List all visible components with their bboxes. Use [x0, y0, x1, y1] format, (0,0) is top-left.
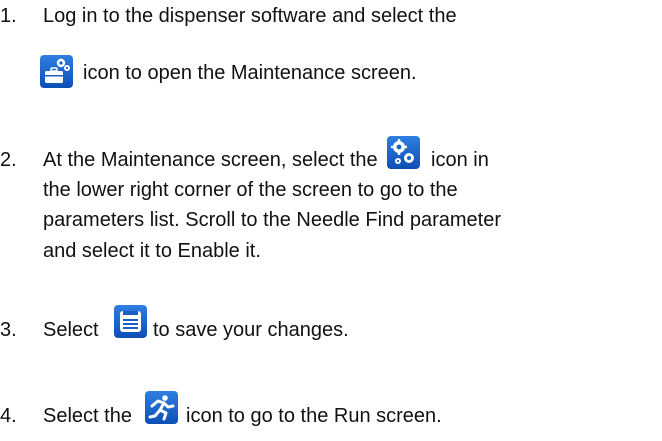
- step-2-line-4: and select it to Enable it.: [43, 240, 261, 262]
- save-disk-icon[interactable]: [114, 305, 147, 338]
- maintenance-toolbox-gear-icon[interactable]: [40, 55, 73, 88]
- step-2-line-3: parameters list. Scroll to the Needle Fi…: [43, 209, 501, 231]
- step-2-number: 2.: [0, 149, 17, 171]
- step-1-line-1: Log in to the dispenser software and sel…: [43, 5, 457, 27]
- step-3-number: 3.: [0, 319, 17, 341]
- step-1-line-2: icon to open the Maintenance screen.: [83, 62, 417, 84]
- step-1-number: 1.: [0, 5, 17, 27]
- step-4-number: 4.: [0, 405, 17, 427]
- step-4-before: Select the: [43, 405, 132, 427]
- step-3-before: Select: [43, 319, 99, 341]
- step-2-line-1-before: At the Maintenance screen, select the: [43, 149, 378, 171]
- parameters-gears-icon[interactable]: [387, 136, 420, 169]
- step-2-line-1-after: icon in: [431, 149, 489, 171]
- step-4-after: icon to go to the Run screen.: [186, 405, 442, 427]
- step-3-after: to save your changes.: [153, 319, 349, 341]
- step-2-line-2: the lower right corner of the screen to …: [43, 179, 458, 201]
- run-figure-icon[interactable]: [145, 391, 178, 424]
